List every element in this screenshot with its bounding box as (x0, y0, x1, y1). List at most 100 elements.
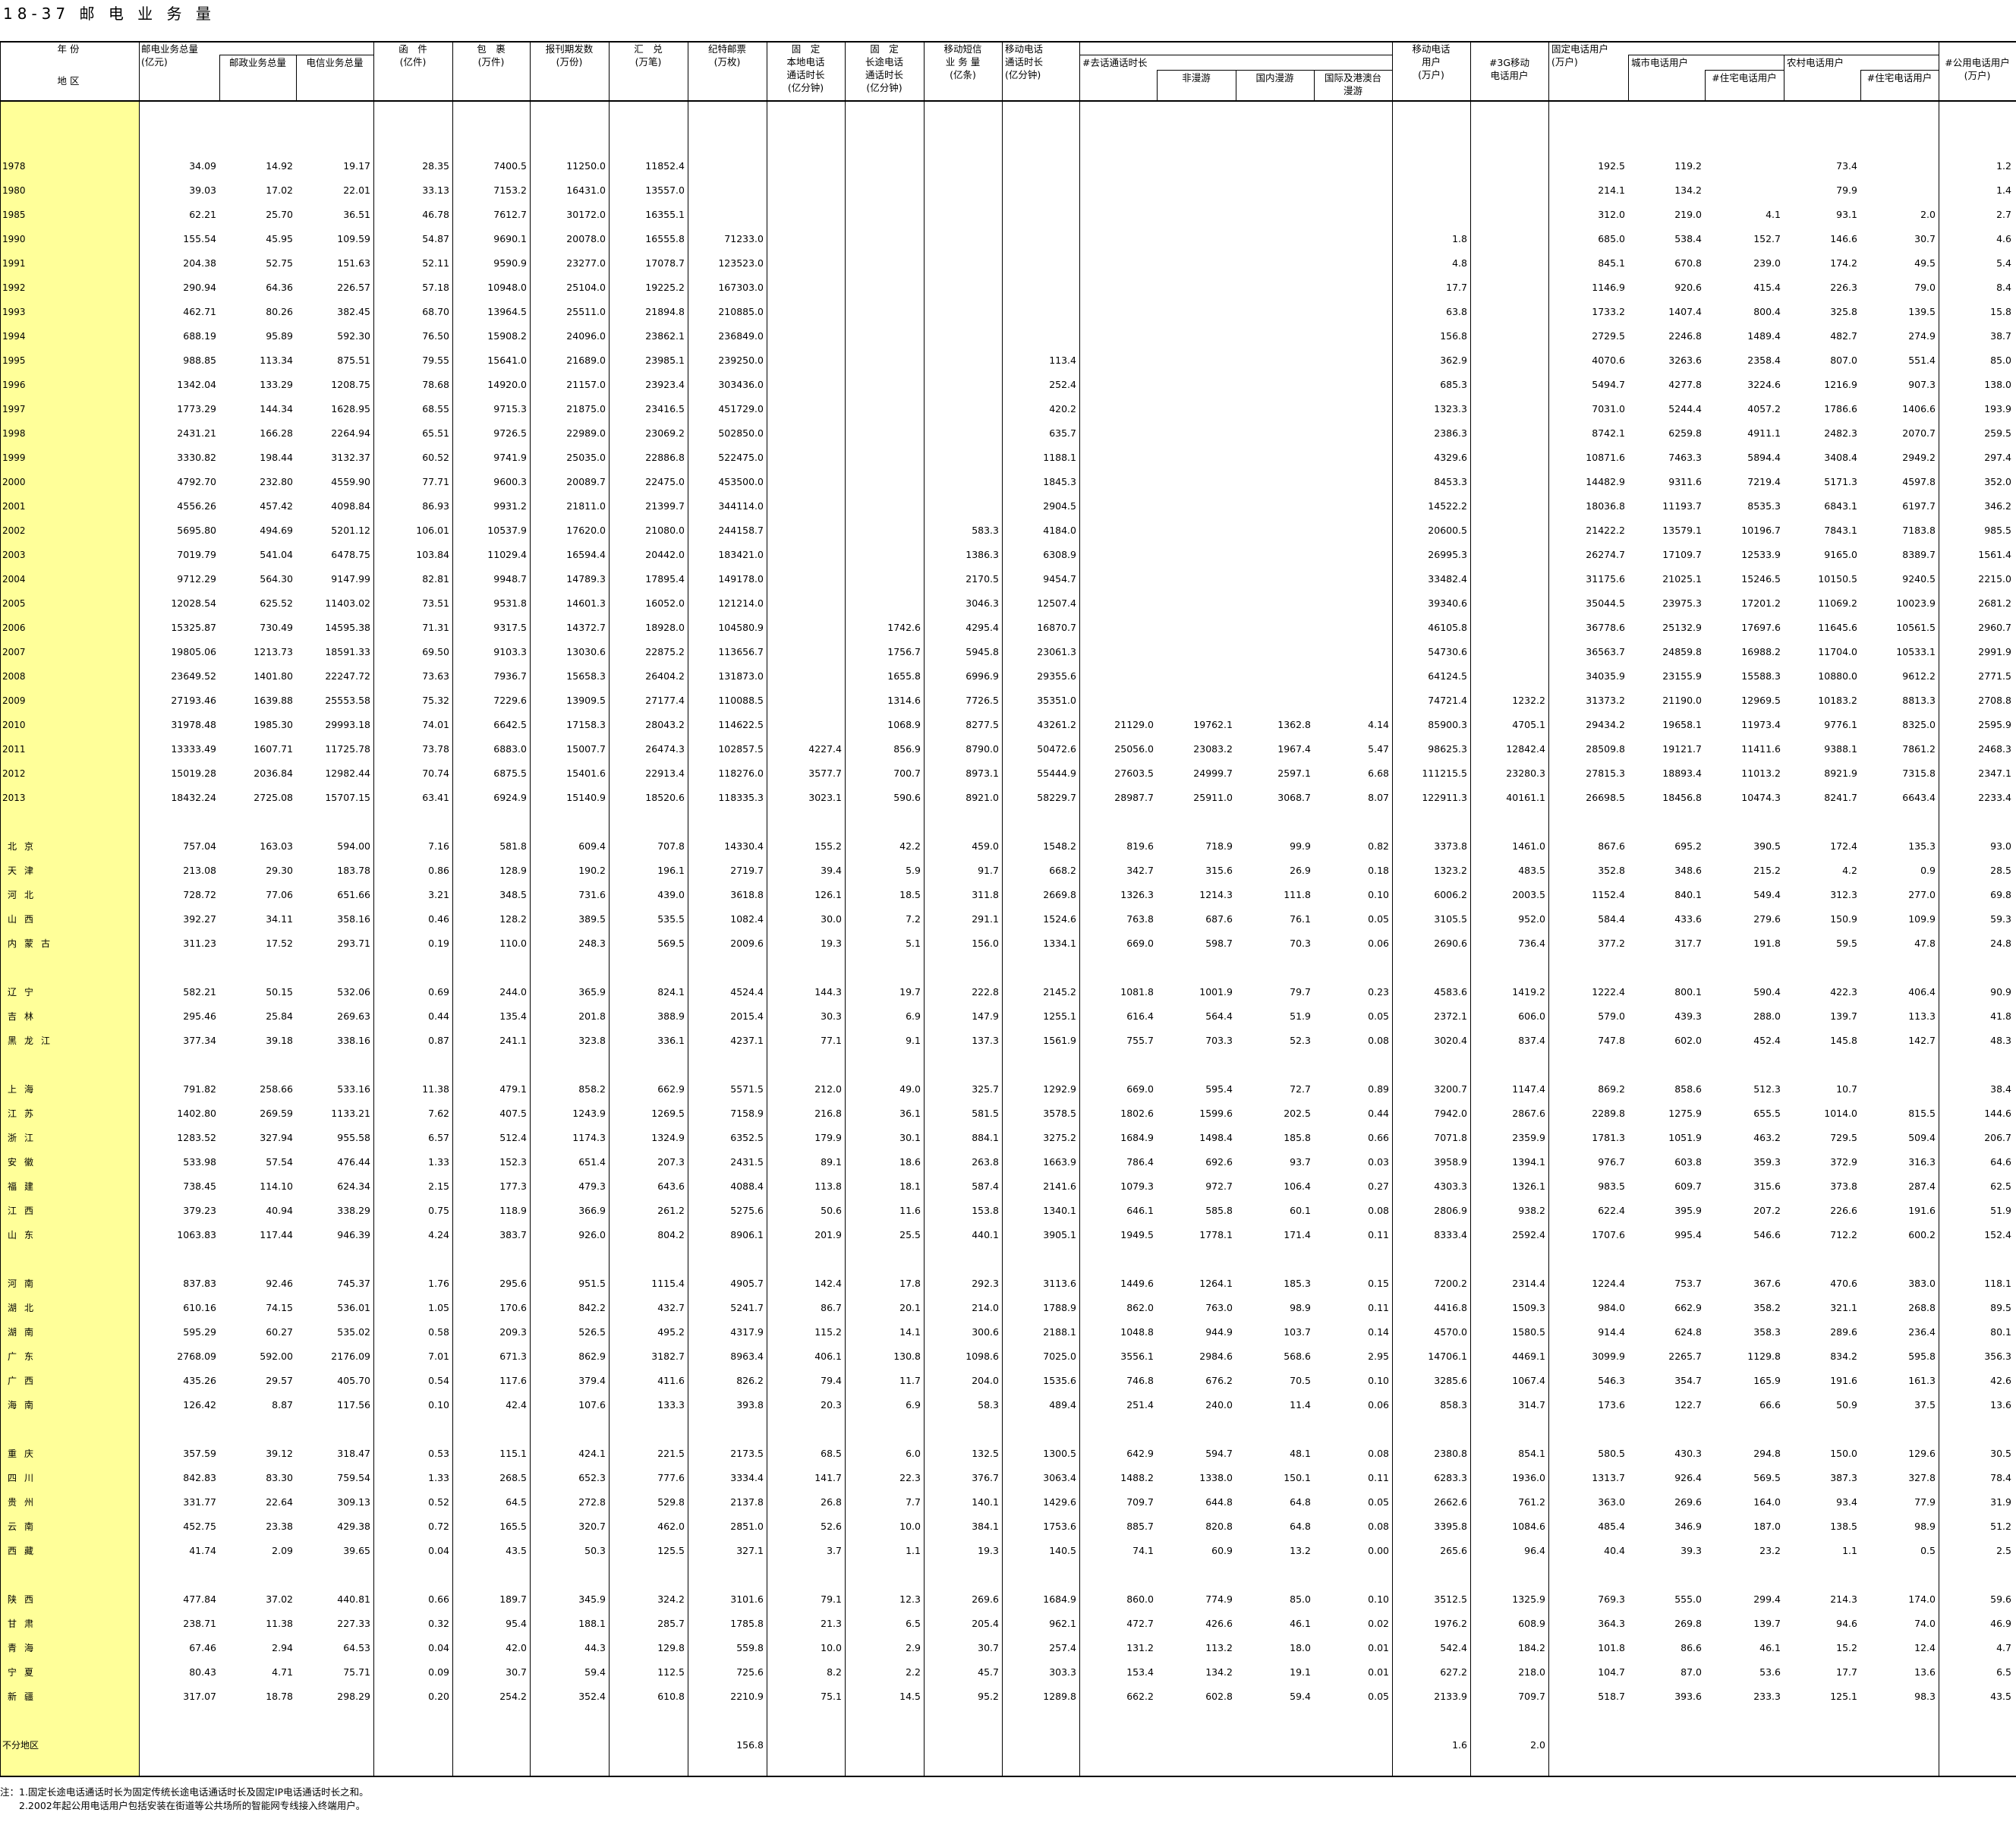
table-cell: 2133.9 (1434, 1691, 1467, 1702)
table-cell: 3578.5 (1043, 1108, 1076, 1119)
table-cell: 1756.7 (887, 646, 921, 657)
table-cell: 20078.0 (566, 233, 606, 244)
table-cell: 763.8 (1126, 913, 1154, 925)
table-cell: 14920.0 (487, 379, 527, 390)
table-cell: 43.5 (506, 1545, 527, 1556)
table-cell: 4597.8 (1902, 476, 1936, 487)
table-cell: 254.2 (499, 1691, 527, 1702)
table-cell: 0.06 (1368, 938, 1389, 949)
table-cell: 163.03 (260, 840, 293, 852)
table-cell: 4792.70 (177, 476, 216, 487)
table-row: 2004 9712.29 564.30 9147.99 82.81 9948.7 14789… (0, 568, 2016, 591)
table-row: 2000 4792.70 232.80 4559.90 77.71 9600.3 20089… (0, 471, 2016, 493)
table-cell: 3099.9 (1592, 1351, 1625, 1362)
table-cell: 729.5 (1830, 1132, 1857, 1143)
table-cell: 1146.9 (1592, 282, 1625, 293)
table-cell: 4317.9 (730, 1326, 764, 1338)
table-cell: 25132.9 (1662, 622, 1702, 633)
table-cell: 10183.2 (1818, 695, 1857, 706)
table-cell: 74.15 (266, 1302, 293, 1313)
table-cell: 13.6 (1914, 1666, 1936, 1678)
table-cell: 2246.8 (1668, 330, 1702, 342)
table-cell: 0.11 (1368, 1302, 1389, 1313)
table-cell: 252.4 (1049, 379, 1076, 390)
table-cell: 4303.3 (1434, 1180, 1467, 1192)
table-cell: 44.3 (584, 1642, 606, 1653)
header-rural-users: 农村电话用户 (1787, 57, 1844, 68)
table-cell: 113.8 (814, 1180, 842, 1192)
year-label: 2009 (2, 695, 26, 706)
table-cell: 1152.4 (1592, 889, 1625, 900)
table-cell: 23155.9 (1662, 670, 1702, 682)
table-cell: 1742.6 (887, 622, 921, 633)
table-cell: 117.44 (260, 1229, 293, 1240)
year-label: 1994 (2, 331, 26, 342)
table-cell: 23862.1 (645, 330, 685, 342)
table-cell: 662.9 (657, 1083, 685, 1095)
table-cell: 7025.0 (1043, 1351, 1076, 1362)
table-cell: 331.77 (183, 1496, 216, 1508)
header-non-roaming: 非漫游 (1182, 72, 1211, 84)
table-cell: 0.32 (428, 1618, 449, 1629)
table-cell: 804.2 (657, 1229, 685, 1240)
table-cell: 625.52 (260, 597, 293, 609)
table-cell: 4469.1 (1512, 1351, 1545, 1362)
table-cell: 212.0 (814, 1083, 842, 1095)
table-cell: 1.33 (428, 1156, 449, 1168)
table-cell: 50.3 (584, 1545, 606, 1556)
table-row: 陕西 477.84 37.02 440.81 0.66 189.7 345.9 324.2 31… (0, 1588, 2016, 1611)
table-cell: 7.01 (428, 1351, 449, 1362)
table-cell: 144.34 (260, 403, 293, 414)
table-row: 1990 155.54 45.95 109.59 54.87 9690.1 20078.0 1… (0, 228, 2016, 251)
year-label: 1991 (2, 258, 26, 269)
table-cell: 1773.29 (177, 403, 216, 414)
table-cell: 1063.83 (177, 1229, 216, 1240)
table-cell: 21875.0 (566, 403, 606, 414)
table-cell: 11.38 (422, 1083, 449, 1095)
table-cell: 411.6 (657, 1375, 685, 1386)
table-cell: 2867.6 (1512, 1108, 1545, 1119)
table-cell: 479.3 (578, 1180, 606, 1192)
table-cell: 23975.3 (1662, 597, 1702, 609)
table-row: 2002 5695.80 494.69 5201.12 106.01 10537.9 176… (0, 519, 2016, 542)
table-cell: 462.71 (183, 306, 216, 317)
table-cell: 2669.8 (1043, 889, 1076, 900)
table-cell: 79.4 (821, 1375, 842, 1386)
table-cell: 114.10 (260, 1180, 293, 1192)
table-cell: 41.74 (189, 1545, 216, 1556)
table-cell: 294.8 (1753, 1448, 1781, 1459)
table-cell: 6308.9 (1043, 549, 1076, 560)
table-cell: 27603.5 (1114, 768, 1154, 779)
table-cell: 685.3 (1440, 379, 1467, 390)
table-cell: 226.3 (1830, 282, 1857, 293)
table-cell: 95.4 (506, 1618, 527, 1629)
table-cell: 0.19 (428, 938, 449, 949)
table-cell: 113.4 (1049, 355, 1076, 366)
table-cell: 9311.6 (1668, 476, 1702, 487)
table-cell: 352.8 (1598, 865, 1625, 876)
year-label: 2006 (2, 623, 26, 633)
table-cell: 316.3 (1908, 1156, 1936, 1168)
table-cell: 2.95 (1368, 1351, 1389, 1362)
table-cell: 18520.6 (645, 792, 685, 803)
table-cell: 135.4 (499, 1010, 527, 1022)
table-cell: 926.0 (578, 1229, 606, 1240)
table-cell: 595.8 (1908, 1351, 1936, 1362)
table-cell: 6642.5 (493, 719, 527, 730)
table-row: 福建 738.45 114.10 624.34 2.15 177.3 479.3 643.6 4… (0, 1175, 2016, 1198)
table-cell: 16870.7 (1037, 622, 1076, 633)
table-cell: 70.5 (1290, 1375, 1311, 1386)
table-cell: 0.09 (428, 1666, 449, 1678)
table-cell: 33.13 (422, 184, 449, 196)
table-cell: 862.9 (578, 1351, 606, 1362)
table-cell: 477.84 (183, 1593, 216, 1605)
region-label: 新疆 (8, 1691, 42, 1702)
table-cell: 1048.8 (1120, 1326, 1154, 1338)
table-cell: 7400.5 (493, 160, 527, 172)
table-cell: 18.0 (1290, 1642, 1311, 1653)
header-urban-residential: #住宅电话用户 (1712, 72, 1777, 84)
table-cell: 311.8 (972, 889, 999, 900)
table-cell: 470.6 (1830, 1278, 1857, 1289)
table-cell: 376.7 (972, 1472, 999, 1483)
table-row: 2012 15019.28 2036.84 12982.44 70.74 6875.5 15… (0, 762, 2016, 785)
